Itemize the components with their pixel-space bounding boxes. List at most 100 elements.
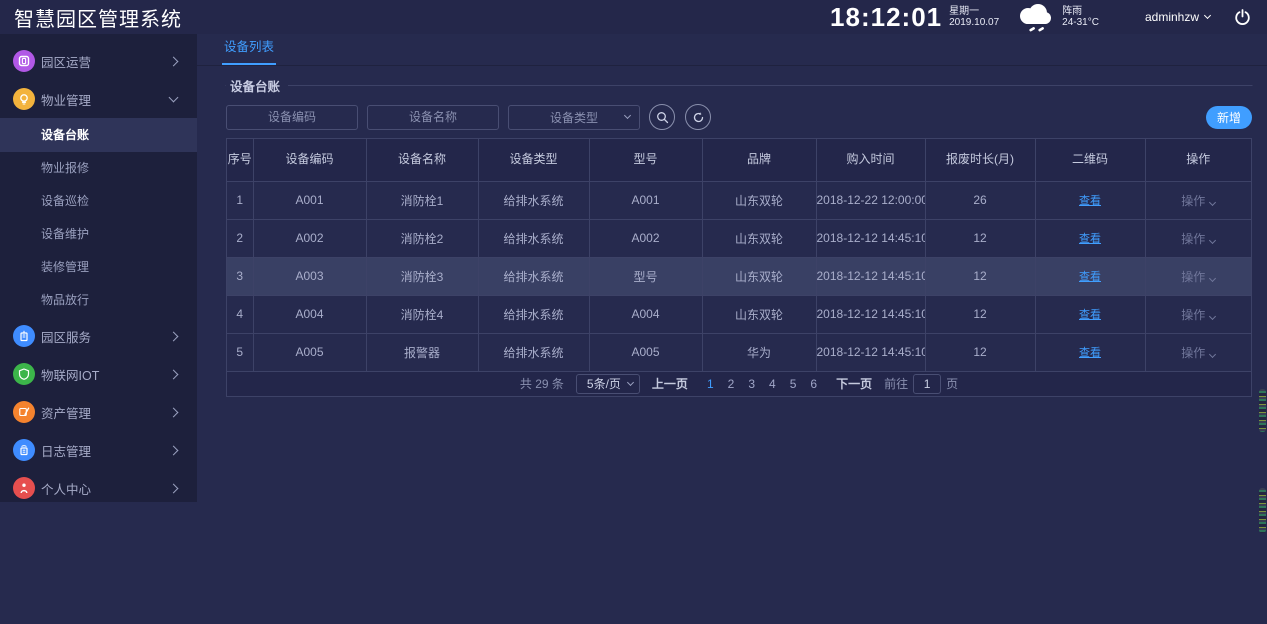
cell-name: 消防栓1 <box>366 181 478 219</box>
view-qrcode-link[interactable]: 查看 <box>1079 271 1101 283</box>
page-number-5[interactable]: 5 <box>790 377 797 391</box>
date-block: 星期一 2019.10.07 <box>949 6 999 28</box>
action-dropdown[interactable]: 操作 <box>1181 232 1215 246</box>
user-menu[interactable]: adminhzw <box>1145 10 1210 24</box>
device-code-input[interactable] <box>226 105 358 130</box>
sidebar: 园区运营 物业管理 设备台账 物业报修 设备巡检 设备维护 装修管理 物品放行 … <box>0 34 197 502</box>
view-qrcode-link[interactable]: 查看 <box>1079 309 1101 321</box>
cell-purchase_time: 2018-12-12 14:45:10 <box>816 295 925 333</box>
sidebar-item-property-management[interactable]: 物业管理 <box>0 80 197 118</box>
action-dropdown[interactable]: 操作 <box>1181 194 1215 208</box>
cell-type: 给排水系统 <box>478 333 589 371</box>
sidebar-item-personal-center[interactable]: 个人中心 <box>0 469 197 507</box>
rain-cloud-icon <box>1013 2 1055 32</box>
temperature-label: 24-31°C <box>1062 17 1099 28</box>
page-number-6[interactable]: 6 <box>810 377 817 391</box>
page-number-1[interactable]: 1 <box>707 377 714 391</box>
shield-icon <box>13 363 35 385</box>
sidebar-item-device-inspection[interactable]: 设备巡检 <box>0 185 197 218</box>
table-header-row: 序号 设备编码 设备名称 设备类型 型号 品牌 购入时间 报废时长(月) 二维码… <box>227 139 1251 181</box>
panel-legend: 设备台账 <box>226 76 288 95</box>
weather-label: 阵雨 <box>1062 6 1099 17</box>
sidebar-item-device-ledger[interactable]: 设备台账 <box>0 118 197 152</box>
cell-brand: 山东双轮 <box>702 181 816 219</box>
col-header-index: 序号 <box>227 139 253 181</box>
cell-index: 1 <box>227 181 253 219</box>
cell-type: 给排水系统 <box>478 295 589 333</box>
chevron-down-icon <box>1204 12 1211 19</box>
cell-model: A005 <box>589 333 702 371</box>
table-row[interactable]: 4A004消防栓4给排水系统A004山东双轮2018-12-12 14:45:1… <box>227 295 1251 333</box>
device-table: 序号 设备编码 设备名称 设备类型 型号 品牌 购入时间 报废时长(月) 二维码… <box>226 138 1252 397</box>
table-row[interactable]: 3A003消防栓3给排水系统型号山东双轮2018-12-12 14:45:101… <box>227 257 1251 295</box>
tab-device-list[interactable]: 设备列表 <box>222 36 276 65</box>
col-header-type: 设备类型 <box>478 139 589 181</box>
cell-qrcode: 查看 <box>1035 295 1145 333</box>
device-type-select[interactable]: 设备类型 <box>508 105 640 130</box>
view-qrcode-link[interactable]: 查看 <box>1079 347 1101 359</box>
log-building-icon <box>13 439 35 461</box>
tab-bar: 设备列表 <box>197 34 1267 66</box>
username-label: adminhzw <box>1145 10 1199 24</box>
building-icon <box>13 325 35 347</box>
add-button[interactable]: 新增 <box>1206 106 1252 129</box>
view-qrcode-link[interactable]: 查看 <box>1079 233 1101 245</box>
sidebar-item-iot[interactable]: 物联网IOT <box>0 355 197 393</box>
col-header-action: 操作 <box>1145 139 1251 181</box>
cell-name: 消防栓3 <box>366 257 478 295</box>
next-page-button[interactable]: 下一页 <box>836 375 872 392</box>
chevron-right-icon <box>169 331 179 341</box>
pagination-total: 共 29 条 <box>520 375 564 392</box>
page-number-3[interactable]: 3 <box>748 377 755 391</box>
page-size-select[interactable]: 5条/页 <box>576 374 640 394</box>
cell-model: A002 <box>589 219 702 257</box>
col-header-purchase-time: 购入时间 <box>816 139 925 181</box>
cell-action: 操作 <box>1145 219 1251 257</box>
sidebar-item-asset-management[interactable]: 资产管理 <box>0 393 197 431</box>
cell-name: 报警器 <box>366 333 478 371</box>
cell-qrcode: 查看 <box>1035 219 1145 257</box>
chevron-down-icon <box>627 378 634 385</box>
pagination: 共 29 条 5条/页 上一页 123456 下一页 前往 1 页 <box>227 372 1251 396</box>
cell-action: 操作 <box>1145 333 1251 371</box>
col-header-code: 设备编码 <box>253 139 366 181</box>
search-button[interactable] <box>649 104 675 130</box>
sidebar-item-log-management[interactable]: 日志管理 <box>0 431 197 469</box>
table-row[interactable]: 2A002消防栓2给排水系统A002山东双轮2018-12-12 14:45:1… <box>227 219 1251 257</box>
sidebar-item-park-service[interactable]: 园区服务 <box>0 317 197 355</box>
action-dropdown[interactable]: 操作 <box>1181 346 1215 360</box>
bulb-icon <box>13 88 35 110</box>
table-row[interactable]: 1A001消防栓1给排水系统A001山东双轮2018-12-22 12:00:0… <box>227 181 1251 219</box>
page-size-label: 5条/页 <box>587 375 621 392</box>
prev-page-button[interactable]: 上一页 <box>652 375 688 392</box>
sidebar-item-property-repair[interactable]: 物业报修 <box>0 152 197 185</box>
cell-purchase_time: 2018-12-12 14:45:10 <box>816 333 925 371</box>
goto-page-input[interactable]: 1 <box>913 374 941 394</box>
filter-toolbar: 设备类型 新增 <box>226 104 1252 130</box>
page-numbers: 123456 <box>700 377 824 391</box>
chevron-down-icon <box>1209 274 1216 281</box>
view-qrcode-link[interactable]: 查看 <box>1079 195 1101 207</box>
chevron-right-icon <box>169 483 179 493</box>
weather-block: 阵雨 24-31°C <box>1062 6 1099 28</box>
refresh-button[interactable] <box>685 104 711 130</box>
action-dropdown[interactable]: 操作 <box>1181 270 1215 284</box>
sidebar-item-goods-release[interactable]: 物品放行 <box>0 284 197 317</box>
device-name-input[interactable] <box>367 105 499 130</box>
scrollbar-artifact <box>1259 488 1266 533</box>
col-header-scrap-months: 报废时长(月) <box>925 139 1035 181</box>
clock-time: 18:12:01 <box>830 2 942 33</box>
frame-icon <box>13 50 35 72</box>
sidebar-item-decoration-management[interactable]: 装修管理 <box>0 251 197 284</box>
page-number-2[interactable]: 2 <box>728 377 735 391</box>
sidebar-item-device-maintenance[interactable]: 设备维护 <box>0 218 197 251</box>
page-number-4[interactable]: 4 <box>769 377 776 391</box>
cell-brand: 山东双轮 <box>702 219 816 257</box>
pen-doc-icon <box>13 401 35 423</box>
power-button[interactable] <box>1234 9 1251 26</box>
chevron-right-icon <box>169 445 179 455</box>
chevron-down-icon <box>624 111 631 118</box>
action-dropdown[interactable]: 操作 <box>1181 308 1215 322</box>
table-row[interactable]: 5A005报警器给排水系统A005华为2018-12-12 14:45:1012… <box>227 333 1251 371</box>
sidebar-item-park-operation[interactable]: 园区运营 <box>0 42 197 80</box>
